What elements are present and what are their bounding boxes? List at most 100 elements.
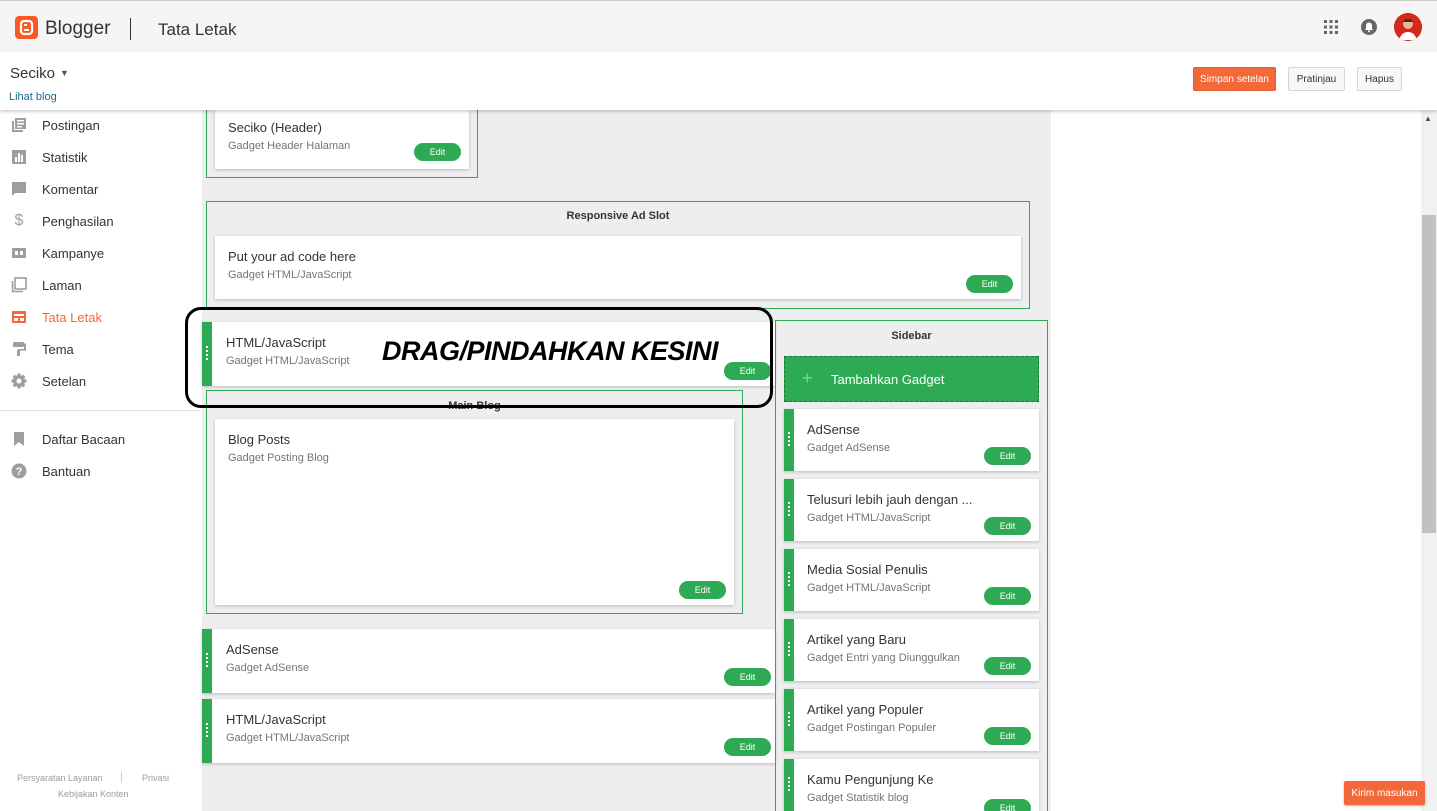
- gadget-title: Artikel yang Populer: [807, 702, 924, 717]
- ad-code-gadget[interactable]: Put your ad code here Gadget HTML/JavaSc…: [215, 236, 1021, 299]
- sidebar-item-comments[interactable]: Komentar: [0, 173, 200, 205]
- drag-handle[interactable]: [784, 479, 794, 541]
- add-gadget-button[interactable]: + Tambahkan Gadget: [784, 356, 1039, 402]
- sidebar-item-earnings[interactable]: $ Penghasilan: [0, 205, 200, 237]
- sidebar-item-help[interactable]: ? Bantuan: [0, 455, 200, 487]
- sidebar-item-label: Kampanye: [42, 245, 105, 261]
- scrollbar-thumb[interactable]: [1422, 215, 1436, 533]
- send-feedback-button[interactable]: Kirim masukan: [1344, 781, 1425, 805]
- drag-handle[interactable]: [202, 699, 212, 763]
- scroll-up-arrow-icon[interactable]: ▲: [1424, 114, 1432, 123]
- caret-down-icon[interactable]: ▼: [60, 68, 69, 78]
- gadget-type: Gadget HTML/JavaScript: [228, 269, 352, 281]
- gadget-type: Gadget HTML/JavaScript: [807, 582, 931, 594]
- drag-annotation-text: DRAG/PINDAHKAN KESINI: [382, 336, 719, 366]
- gadget-title: AdSense: [807, 422, 860, 437]
- blogger-logo-icon[interactable]: [15, 16, 38, 39]
- sidebar-item-posts[interactable]: Postingan: [0, 109, 200, 141]
- gadget-type: Gadget AdSense: [226, 662, 310, 674]
- sidebar-item-stats[interactable]: Statistik: [0, 141, 200, 173]
- svg-text:?: ?: [16, 466, 23, 478]
- gadget-type: Gadget Posting Blog: [228, 452, 329, 464]
- pages-icon: [11, 277, 27, 293]
- edit-button[interactable]: Edit: [724, 738, 771, 756]
- gadget-type: Gadget Header Halaman: [228, 140, 351, 152]
- stats-icon: [11, 149, 27, 165]
- privacy-link[interactable]: Privasi: [142, 773, 169, 783]
- footer-separator: [121, 772, 122, 783]
- drag-handle[interactable]: [784, 759, 794, 811]
- sidebar-item-label: Tema: [42, 341, 74, 357]
- section-title: Sidebar: [891, 330, 932, 342]
- sidebar-item-label: Bantuan: [42, 463, 91, 479]
- sidebar-item-label: Komentar: [42, 181, 99, 197]
- edit-button[interactable]: Edit: [984, 517, 1031, 535]
- html-javascript-gadget[interactable]: HTML/JavaScript Gadget HTML/JavaScript E…: [202, 699, 775, 763]
- gadget-type: Gadget HTML/JavaScript: [226, 732, 350, 744]
- sidebar-item-campaigns[interactable]: Kampanye: [0, 237, 200, 269]
- settings-icon: [11, 373, 27, 389]
- gadget-title: Telusuri lebih jauh dengan ...: [807, 492, 973, 507]
- add-gadget-label: Tambahkan Gadget: [831, 372, 945, 387]
- gadget-type: Gadget Entri yang Diunggulkan: [807, 652, 960, 664]
- gadget-title: Media Sosial Penulis: [807, 562, 928, 577]
- gadget-type: Gadget Postingan Populer: [807, 722, 937, 734]
- header-gadget[interactable]: Seciko (Header) Gadget Header Halaman Ed…: [215, 110, 469, 169]
- edit-button[interactable]: Edit: [679, 581, 726, 599]
- user-avatar[interactable]: [1394, 13, 1422, 41]
- theme-icon: [11, 341, 27, 357]
- sidebar-gadget[interactable]: Media Sosial Penulis Gadget HTML/JavaScr…: [784, 549, 1039, 611]
- sidebar-gadget[interactable]: AdSense Gadget AdSense Edit: [784, 409, 1039, 471]
- sidebar-item-reading-list[interactable]: Daftar Bacaan: [0, 423, 200, 455]
- gadget-type: Gadget AdSense: [807, 442, 891, 454]
- gadget-title: HTML/JavaScript: [226, 712, 326, 727]
- gadget-type: Gadget Statistik blog: [807, 792, 909, 804]
- blog-posts-gadget[interactable]: Blog Posts Gadget Posting Blog Edit: [215, 419, 734, 605]
- sidebar-item-layout[interactable]: Tata Letak: [0, 301, 200, 333]
- sidebar-item-settings[interactable]: Setelan: [0, 365, 200, 397]
- edit-button[interactable]: Edit: [984, 799, 1031, 811]
- drag-handle[interactable]: [784, 549, 794, 611]
- sidebar-gadget[interactable]: Artikel yang Populer Gadget Postingan Po…: [784, 689, 1039, 751]
- preview-button[interactable]: Pratinjau: [1288, 67, 1345, 91]
- comments-icon: [11, 181, 27, 197]
- layout-icon: [11, 309, 27, 325]
- apps-grid-icon[interactable]: [1322, 18, 1340, 36]
- save-settings-button[interactable]: Simpan setelan: [1193, 67, 1276, 91]
- drag-handle[interactable]: [784, 689, 794, 751]
- blog-header: Seciko ▼ Lihat blog Simpan setelan Prati…: [0, 52, 1437, 110]
- drag-handle[interactable]: [784, 619, 794, 681]
- sidebar-item-theme[interactable]: Tema: [0, 333, 200, 365]
- sidebar-gadget[interactable]: Artikel yang Baru Gadget Entri yang Diun…: [784, 619, 1039, 681]
- sidebar-gadget[interactable]: Kamu Pengunjung Ke Gadget Statistik blog…: [784, 759, 1039, 811]
- drag-handle[interactable]: [784, 409, 794, 471]
- gadget-title: Artikel yang Baru: [807, 632, 906, 647]
- bookmark-icon: [11, 431, 27, 447]
- edit-button[interactable]: Edit: [984, 657, 1031, 675]
- title-separator: [130, 18, 131, 40]
- brand-name[interactable]: Blogger: [45, 18, 111, 40]
- edit-button[interactable]: Edit: [414, 143, 461, 161]
- adsense-gadget[interactable]: AdSense Gadget AdSense Edit: [202, 629, 775, 693]
- gadget-title: Seciko (Header): [228, 120, 322, 135]
- sidebar-item-pages[interactable]: Laman: [0, 269, 200, 301]
- sidebar-item-label: Tata Letak: [42, 309, 102, 325]
- right-pane: [1051, 110, 1421, 811]
- plus-icon: +: [802, 368, 813, 388]
- edit-button[interactable]: Edit: [984, 447, 1031, 465]
- edit-button[interactable]: Edit: [984, 587, 1031, 605]
- sidebar-gadget[interactable]: Telusuri lebih jauh dengan ... Gadget HT…: [784, 479, 1039, 541]
- edit-button[interactable]: Edit: [724, 668, 771, 686]
- notification-bell-icon[interactable]: [1360, 18, 1378, 36]
- edit-button[interactable]: Edit: [984, 727, 1031, 745]
- blog-selector[interactable]: Seciko: [10, 65, 55, 82]
- sidebar-divider: [0, 410, 200, 411]
- gadget-title: Blog Posts: [228, 432, 291, 447]
- edit-button[interactable]: Edit: [966, 275, 1013, 293]
- terms-link[interactable]: Persyaratan Layanan: [17, 773, 103, 783]
- delete-button[interactable]: Hapus: [1357, 67, 1402, 91]
- sidebar-item-label: Statistik: [42, 149, 88, 165]
- drag-handle[interactable]: [202, 629, 212, 693]
- view-blog-link[interactable]: Lihat blog: [9, 91, 57, 103]
- content-policy-link[interactable]: Kebijakan Konten: [58, 789, 129, 799]
